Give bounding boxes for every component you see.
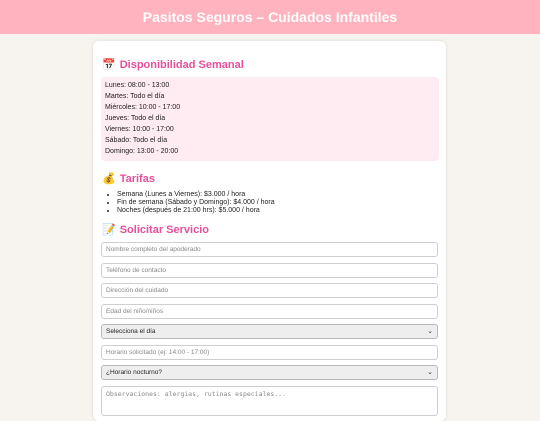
notes-textarea[interactable]: Observaciones: alergias, rutinas especia… bbox=[101, 386, 438, 416]
notes-placeholder: Observaciones: alergias, rutinas especia… bbox=[106, 390, 287, 398]
availability-line: Jueves: Todo el día bbox=[105, 115, 166, 122]
calendar-icon: 📅 bbox=[102, 59, 116, 71]
phone-input[interactable]: Teléfono de contacto bbox=[101, 263, 438, 278]
availability-line: Sábado: Todo el día bbox=[105, 137, 168, 144]
rates-list: Semana (Lunes a Viernes): $3.000 / hora … bbox=[107, 191, 275, 215]
rate-item: Semana (Lunes a Viernes): $3.000 / hora bbox=[117, 191, 275, 199]
rates-title: Tarifas bbox=[119, 172, 155, 185]
availability-heading: 📅 Disponibilidad Semanal bbox=[102, 58, 244, 72]
availability-line: Domingo: 13:00 - 20:00 bbox=[105, 148, 179, 155]
phone-placeholder: Teléfono de contacto bbox=[106, 267, 166, 274]
night-select[interactable]: ¿Horario nocturno? ⌄ bbox=[101, 365, 438, 380]
address-placeholder: Dirección del cuidado bbox=[106, 287, 169, 294]
address-input[interactable]: Dirección del cuidado bbox=[101, 283, 438, 298]
rate-item: Fin de semana (Sábado y Domingo): $4.000… bbox=[117, 199, 275, 207]
memo-icon: 📝 bbox=[102, 224, 116, 236]
child-age-placeholder: Edad del niño/niños bbox=[106, 308, 164, 315]
guardian-name-input[interactable]: Nombre completo del apoderado bbox=[101, 242, 438, 257]
app-header: Pasitos Seguros – Cuidados Infantiles bbox=[0, 0, 540, 34]
money-bag-icon: 💰 bbox=[102, 173, 116, 185]
availability-line: Miércoles: 10:00 - 17:00 bbox=[105, 104, 181, 111]
availability-box: Lunes: 08:00 - 13:00 Martes: Todo el día… bbox=[101, 77, 439, 161]
time-placeholder: Horario solicitado (ej: 14:00 - 17:00) bbox=[106, 349, 210, 356]
chevron-down-icon: ⌄ bbox=[427, 328, 433, 335]
time-input[interactable]: Horario solicitado (ej: 14:00 - 17:00) bbox=[101, 345, 438, 360]
rates-heading: 💰 Tarifas bbox=[102, 172, 155, 186]
day-select-value: Selecciona el día bbox=[106, 328, 156, 335]
app-title: Pasitos Seguros – Cuidados Infantiles bbox=[142, 9, 398, 25]
request-heading: 📝 Solicitar Servicio bbox=[102, 223, 209, 237]
availability-line: Lunes: 08:00 - 13:00 bbox=[105, 82, 170, 89]
availability-line: Viernes: 10:00 - 17:00 bbox=[105, 126, 174, 133]
availability-line: Martes: Todo el día bbox=[105, 93, 165, 100]
rate-item: Noches (después de 21:00 hrs): $5.000 / … bbox=[117, 207, 275, 215]
main-card: 📅 Disponibilidad Semanal Lunes: 08:00 - … bbox=[93, 41, 446, 421]
availability-title: Disponibilidad Semanal bbox=[119, 58, 244, 71]
request-title: Solicitar Servicio bbox=[119, 223, 209, 236]
chevron-down-icon: ⌄ bbox=[427, 369, 433, 376]
guardian-name-placeholder: Nombre completo del apoderado bbox=[106, 246, 201, 253]
child-age-input[interactable]: Edad del niño/niños bbox=[101, 304, 438, 319]
night-select-value: ¿Horario nocturno? bbox=[106, 369, 162, 376]
day-select[interactable]: Selecciona el día ⌄ bbox=[101, 324, 438, 339]
